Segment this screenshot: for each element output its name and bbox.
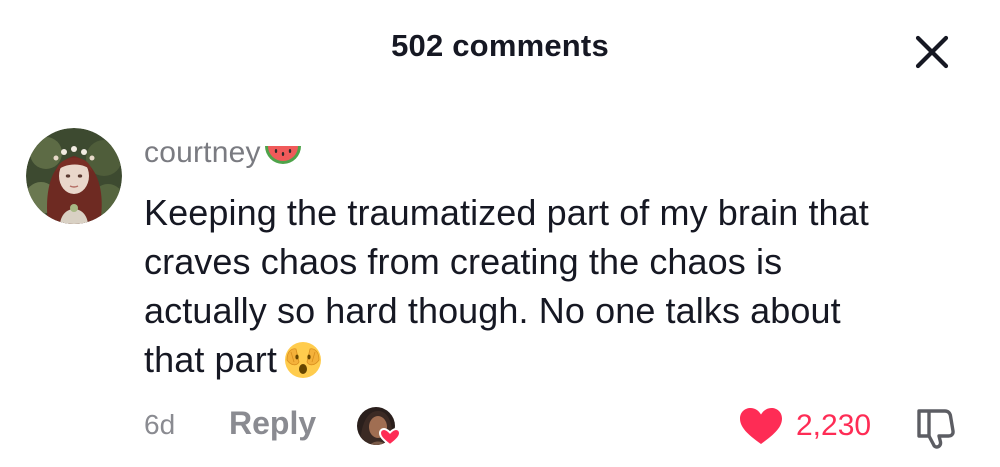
heart-icon xyxy=(740,408,782,444)
creator-liked-avatar-icon xyxy=(357,407,402,447)
comment-text: Keeping the traumatized part of my brain… xyxy=(144,188,984,384)
avatar[interactable] xyxy=(26,128,122,224)
face-with-hand-over-eyes-icon xyxy=(284,342,321,378)
like-count: 2,230 xyxy=(796,409,872,442)
comments-panel: 502 comments courtney Keeping the trauma… xyxy=(0,0,1000,467)
comment-line: actually so hard though. No one talks ab… xyxy=(144,290,841,331)
comment-last-line: that part xyxy=(144,335,984,384)
comment-timestamp: 6d xyxy=(144,409,176,440)
like-button[interactable]: 2,230 xyxy=(738,404,871,448)
comment-line: that part xyxy=(144,339,277,380)
watermelon-icon xyxy=(264,146,301,164)
close-icon[interactable] xyxy=(912,32,952,72)
comment-line: craves chaos from creating the chaos is xyxy=(144,241,783,282)
comments-count-title: 502 comments xyxy=(391,28,609,63)
comment-line: Keeping the traumatized part of my brain… xyxy=(144,192,869,233)
comment-header: courtney xyxy=(144,134,303,172)
thumbs-down-icon[interactable] xyxy=(913,405,959,449)
username[interactable]: courtney xyxy=(144,136,261,170)
reply-button[interactable]: Reply xyxy=(229,405,316,442)
